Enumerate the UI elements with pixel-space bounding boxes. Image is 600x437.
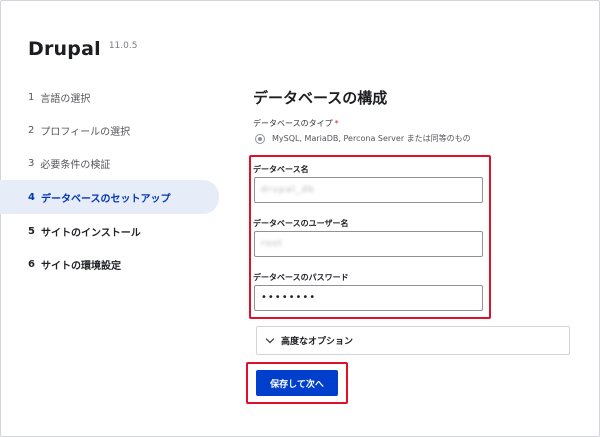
step-label: 必要条件の検証: [40, 159, 111, 171]
step-label: サイトのインストール: [40, 227, 141, 239]
db-type-option-label: MySQL, MariaDB, Percona Server または同等のもの: [272, 134, 471, 143]
step-label: プロフィールの選択: [40, 126, 131, 138]
step-label: サイトの環境設定: [40, 260, 121, 272]
brand-version: 11.0.5: [108, 41, 138, 51]
brand-header: Drupal 11.0.5: [28, 38, 137, 60]
chevron-down-icon: [265, 334, 275, 344]
db-type-label-text: データベースのタイプ: [253, 119, 333, 128]
db-type-option[interactable]: MySQL, MariaDB, Percona Server または同等のもの: [255, 133, 471, 144]
advanced-options-label: 高度なオプション: [281, 337, 354, 347]
step-configure-site: 6 サイトの環境設定: [0, 248, 219, 280]
page-title: データベースの構成: [253, 89, 388, 107]
step-number: 1: [28, 91, 35, 103]
step-number: 4: [28, 191, 35, 203]
step-number: 6: [28, 258, 35, 270]
db-type-label: データベースのタイプ *: [253, 118, 339, 129]
step-number: 3: [28, 157, 35, 169]
fields-highlight: [249, 155, 491, 319]
step-number: 2: [28, 124, 35, 136]
save-and-continue-button[interactable]: 保存して次へ: [256, 370, 338, 396]
brand-name: Drupal: [28, 38, 101, 60]
step-install-site: 5 サイトのインストール: [0, 215, 219, 247]
step-profile: 2 プロフィールの選択: [0, 114, 219, 146]
step-requirements: 3 必要条件の検証: [0, 147, 219, 179]
step-label: データベースのセットアップ: [40, 193, 171, 205]
step-language: 1 言語の選択: [0, 81, 219, 113]
install-steps: 1 言語の選択 2 プロフィールの選択 3 必要条件の検証 4 データベースのセ…: [0, 81, 219, 281]
step-number: 5: [28, 225, 35, 237]
required-mark: *: [334, 119, 339, 128]
advanced-options-toggle[interactable]: 高度なオプション: [256, 326, 570, 355]
step-database-setup: 4 データベースのセットアップ: [0, 180, 219, 214]
radio-selected-icon[interactable]: [255, 133, 265, 144]
step-label: 言語の選択: [40, 93, 91, 105]
